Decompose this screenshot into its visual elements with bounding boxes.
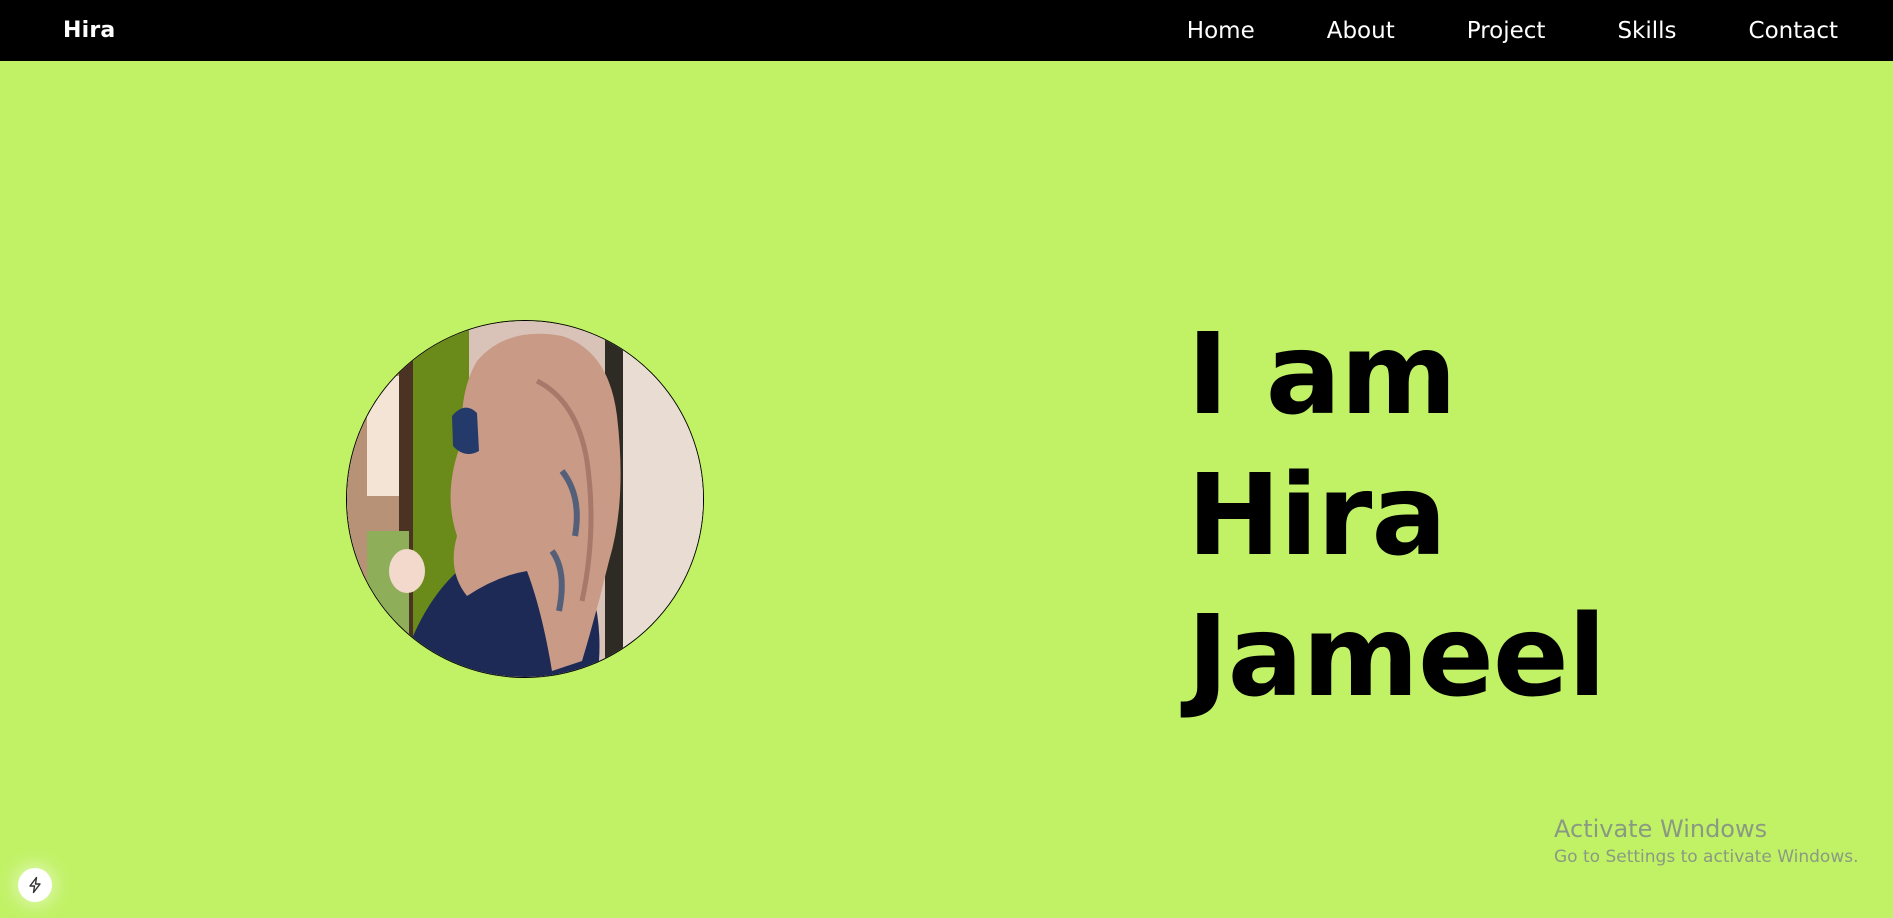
watermark-title: Activate Windows [1554, 815, 1768, 843]
profile-photo-illustration [347, 321, 703, 677]
navbar: Hira Home About Project Skills Contact [0, 0, 1893, 61]
hero-line-3: Jameel [1187, 592, 1606, 722]
nav-links: Home About Project Skills Contact [1187, 18, 1838, 44]
nav-link-about[interactable]: About [1327, 18, 1395, 44]
brand-logo[interactable]: Hira [63, 18, 115, 43]
lightning-bolt-icon [29, 876, 41, 894]
nav-link-home[interactable]: Home [1187, 18, 1255, 44]
nav-link-project[interactable]: Project [1467, 18, 1546, 44]
devtools-badge-button[interactable] [18, 868, 52, 902]
profile-photo [346, 320, 704, 678]
windows-activation-watermark: Activate Windows Go to Settings to activ… [1554, 814, 1859, 870]
hero-line-2: Hira [1187, 451, 1447, 581]
nav-link-skills[interactable]: Skills [1617, 18, 1676, 44]
watermark-subtitle: Go to Settings to activate Windows. [1554, 847, 1859, 867]
nav-link-contact[interactable]: Contact [1749, 18, 1838, 44]
hero-line-1: I am [1187, 310, 1457, 440]
hero-heading: I am Hira Jameel [1187, 305, 1606, 728]
